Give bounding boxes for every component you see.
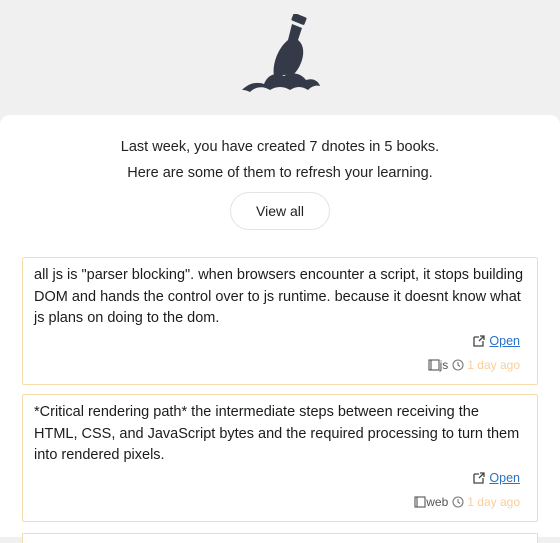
- note-text: all js is "parser blocking". when browse…: [34, 267, 524, 326]
- open-row: Open: [473, 334, 520, 348]
- note-meta: js 1 day ago: [428, 358, 520, 372]
- note-meta: web 1 day ago: [414, 495, 520, 509]
- note-time: 1 day ago: [467, 495, 520, 509]
- view-all-button[interactable]: View all: [230, 192, 330, 230]
- note-book[interactable]: web: [426, 495, 448, 509]
- note-time: 1 day ago: [467, 358, 520, 372]
- book-icon: [414, 496, 426, 508]
- clock-icon: [452, 496, 464, 508]
- note-card: all js is "parser blocking". when browse…: [22, 257, 538, 385]
- external-link-icon: [473, 472, 486, 484]
- clock-icon: [452, 359, 464, 371]
- note-book[interactable]: js: [440, 358, 449, 372]
- note-card-partial: [22, 533, 538, 543]
- digest-panel: Last week, you have created 7 dnotes in …: [0, 115, 560, 543]
- bottle-in-water-icon: [238, 13, 322, 96]
- open-row: Open: [473, 471, 520, 485]
- book-icon: [428, 359, 440, 371]
- open-link[interactable]: Open: [489, 334, 520, 348]
- open-link[interactable]: Open: [489, 471, 520, 485]
- header: [0, 0, 560, 115]
- summary-created: Last week, you have created 7 dnotes in …: [120, 139, 440, 155]
- external-link-icon: [473, 335, 486, 347]
- note-card: *Critical rendering path* the intermedia…: [22, 394, 538, 522]
- summary-refresh: Here are some of them to refresh your le…: [127, 165, 433, 181]
- note-text: *Critical rendering path* the intermedia…: [34, 404, 520, 463]
